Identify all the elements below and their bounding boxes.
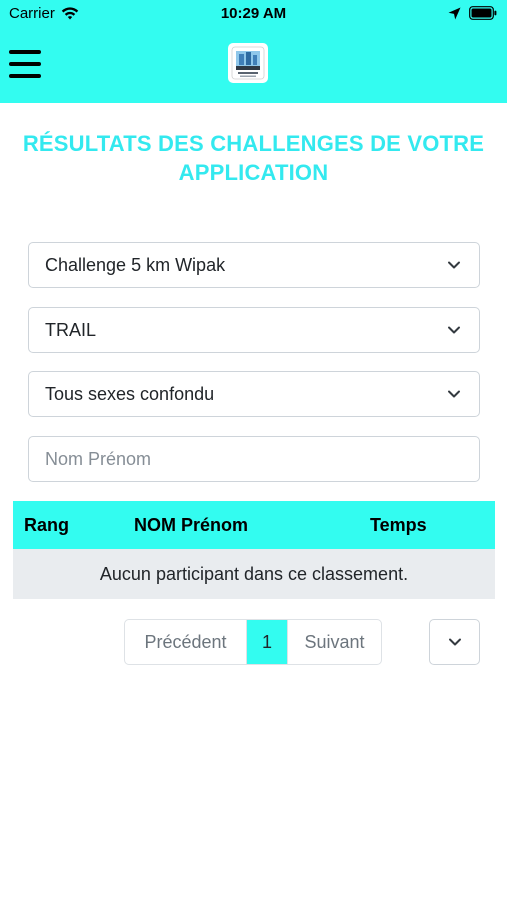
column-header-rank: Rang <box>24 515 69 535</box>
column-header-time: Temps <box>370 515 427 535</box>
name-search-input[interactable]: Nom Prénom <box>28 436 480 482</box>
category-select[interactable]: TRAIL <box>28 307 480 353</box>
location-arrow-icon <box>448 7 461 19</box>
menu-bar <box>9 74 41 78</box>
chevron-down-icon <box>448 261 460 269</box>
empty-results-message: Aucun participant dans ce classement. <box>99 563 409 584</box>
chevron-down-icon <box>448 638 461 646</box>
logo-icon <box>231 46 265 80</box>
next-page-button[interactable]: Suivant <box>287 620 381 664</box>
hamburger-menu-icon[interactable] <box>9 50 41 78</box>
menu-bar <box>9 62 41 66</box>
results-table-header: Rang NOM Prénom Temps <box>13 501 495 549</box>
app-logo <box>228 43 268 83</box>
menu-bar <box>9 50 41 54</box>
sex-select[interactable]: Tous sexes confondu <box>28 371 480 417</box>
chevron-down-icon <box>448 326 460 334</box>
app-header: Carrier 10:29 AM <box>0 0 507 103</box>
sex-select-value: Tous sexes confondu <box>45 383 215 404</box>
previous-page-button[interactable]: Précédent <box>125 620 247 664</box>
name-search-placeholder: Nom Prénom <box>45 448 152 469</box>
challenge-select-value: Challenge 5 km Wipak <box>45 254 226 275</box>
page-size-select[interactable] <box>429 619 480 665</box>
chevron-down-icon <box>448 390 460 398</box>
status-time: 10:29 AM <box>220 5 287 22</box>
category-select-value: TRAIL <box>45 319 97 340</box>
status-bar: Carrier 10:29 AM <box>0 0 507 28</box>
challenge-select[interactable]: Challenge 5 km Wipak <box>28 242 480 288</box>
empty-results-row: Aucun participant dans ce classement. <box>13 549 495 599</box>
pagination: Précédent 1 Suivant <box>124 619 382 665</box>
page-title-line-2: APPLICATION <box>178 160 329 185</box>
page-title: RÉSULTATS DES CHALLENGES DE VOTRE APPLIC… <box>0 129 507 187</box>
battery-icon <box>469 6 497 20</box>
page-title-line-1: RÉSULTATS DES CHALLENGES DE VOTRE <box>22 131 485 156</box>
column-header-name: NOM Prénom <box>134 515 249 535</box>
current-page-button[interactable]: 1 <box>247 620 287 664</box>
status-icons <box>448 6 497 20</box>
